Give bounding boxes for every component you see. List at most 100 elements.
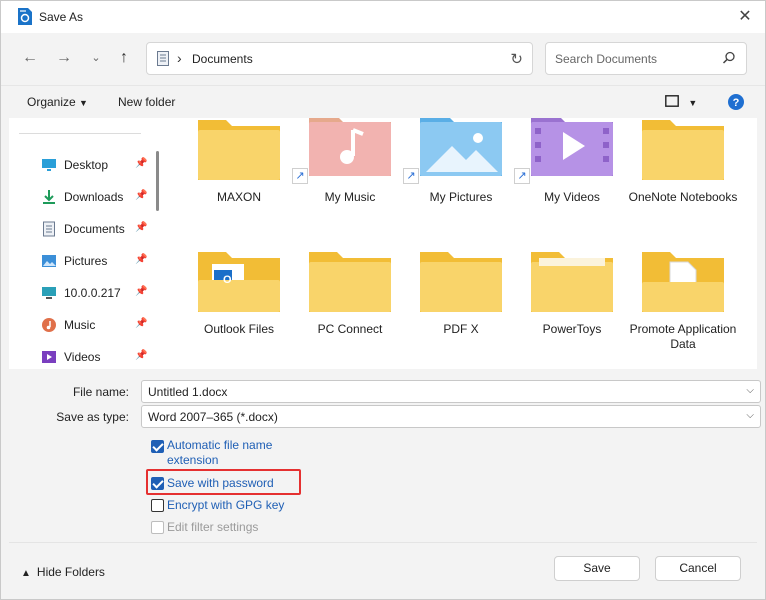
sidebar-item-downloads[interactable]: Downloads 📌 xyxy=(41,185,159,209)
file-name: My Videos xyxy=(544,190,600,204)
hide-folders-button[interactable]: ▲ Hide Folders xyxy=(21,565,105,579)
chevron-up-icon: ▲ xyxy=(21,568,31,579)
content-area: Desktop 📌 Downloads 📌 Documents 📌 Pictur… xyxy=(9,118,757,369)
shortcut-arrow-icon: ↗ xyxy=(514,168,530,184)
pin-icon[interactable]: 📌 xyxy=(135,158,147,169)
address-text: Documents xyxy=(192,52,253,66)
documents-icon xyxy=(157,51,169,66)
file-tile[interactable]: PDF X xyxy=(406,242,516,366)
file-name: My Music xyxy=(324,190,376,204)
search-icon xyxy=(722,51,735,64)
videos-folder-icon xyxy=(531,118,613,176)
chevron-right-icon: › xyxy=(177,50,182,66)
save-type-value: Word 2007–365 (*.docx) xyxy=(148,410,278,424)
sidebar-item-music[interactable]: Music 📌 xyxy=(41,313,159,337)
navigation-bar: ← → ⌄ ↑ › Documents ↻ Search Documents xyxy=(1,33,765,85)
encrypt-gpg-checkbox[interactable] xyxy=(151,499,164,512)
divider xyxy=(19,133,141,134)
file-tile[interactable]: ↗ My Videos xyxy=(514,118,627,234)
svg-text:O: O xyxy=(223,274,232,286)
save-as-dialog: Save As ✕ ← → ⌄ ↑ › Documents ↻ Search D… xyxy=(0,0,766,600)
file-tile[interactable]: PC Connect xyxy=(295,242,405,366)
pictures-icon xyxy=(42,255,56,267)
file-name: Promote Application Data xyxy=(629,322,737,351)
file-name: PowerToys xyxy=(542,322,602,336)
document-folder-icon xyxy=(642,252,724,312)
chevron-down-icon[interactable]: ⌵ xyxy=(746,385,754,396)
pin-icon[interactable]: 📌 xyxy=(135,350,147,361)
pin-icon[interactable]: 📌 xyxy=(135,318,147,329)
edit-filter-settings-label: Edit filter settings xyxy=(167,520,259,534)
file-name-value: Untitled 1.docx xyxy=(148,385,228,399)
chevron-down-icon: ▼ xyxy=(79,98,88,108)
organize-button[interactable]: Organize ▼ xyxy=(27,95,88,109)
save-button[interactable]: Save xyxy=(554,556,640,581)
toolbar: Organize ▼ New folder ▼ ? xyxy=(1,85,765,118)
music-folder-icon xyxy=(309,118,391,176)
forward-icon[interactable]: → xyxy=(53,47,75,69)
file-name-field[interactable]: Untitled 1.docx ⌵ xyxy=(141,380,761,403)
file-tile[interactable]: Promote Application Data xyxy=(628,242,738,366)
search-input[interactable]: Search Documents xyxy=(545,42,747,75)
folder-icon xyxy=(309,252,391,312)
sidebar-item-label: Desktop xyxy=(64,158,109,172)
folder-icon xyxy=(642,120,724,180)
file-name: My Pictures xyxy=(429,190,493,204)
folder-icon xyxy=(531,252,613,312)
auto-extension-label[interactable]: Automatic file name extension xyxy=(167,438,307,468)
auto-extension-checkbox[interactable] xyxy=(151,440,164,453)
pin-icon[interactable]: 📌 xyxy=(135,222,147,233)
navigation-pane: Desktop 📌 Downloads 📌 Documents 📌 Pictur… xyxy=(9,118,159,369)
sidebar-item-pictures[interactable]: Pictures 📌 xyxy=(41,249,159,273)
file-name: PDF X xyxy=(443,322,479,336)
save-type-select[interactable]: Word 2007–365 (*.docx) ⌵ xyxy=(141,405,761,428)
cancel-button[interactable]: Cancel xyxy=(655,556,741,581)
up-icon[interactable]: ↑ xyxy=(113,47,135,69)
pin-icon[interactable]: 📌 xyxy=(135,254,147,265)
back-icon[interactable]: ← xyxy=(19,47,41,69)
sidebar-item-label: Music xyxy=(64,318,96,332)
edit-filter-settings-checkbox xyxy=(151,521,164,534)
sidebar-item-desktop[interactable]: Desktop 📌 xyxy=(41,153,159,177)
encrypt-gpg-label[interactable]: Encrypt with GPG key xyxy=(167,498,284,513)
new-folder-button[interactable]: New folder xyxy=(118,95,175,109)
sidebar-item-documents[interactable]: Documents 📌 xyxy=(41,217,159,241)
file-tile[interactable]: PowerToys xyxy=(517,242,627,366)
file-tile[interactable]: MAXON xyxy=(184,118,294,234)
file-tile[interactable]: ↗ My Music xyxy=(292,118,405,234)
file-tile[interactable]: ↗ My Pictures xyxy=(403,118,516,234)
sidebar-item-videos[interactable]: Videos 📌 xyxy=(41,345,159,369)
file-name: MAXON xyxy=(216,190,261,204)
file-name: OneNote Notebooks xyxy=(628,190,738,204)
file-tile[interactable]: O Outlook Files xyxy=(184,242,294,366)
chevron-down-icon[interactable]: ⌵ xyxy=(746,410,754,421)
folder-icon xyxy=(420,252,502,312)
pin-icon[interactable]: 📌 xyxy=(135,190,147,201)
download-icon xyxy=(43,190,55,204)
desktop-icon xyxy=(42,159,56,171)
recent-locations-chevron-icon[interactable]: ⌄ xyxy=(85,47,107,69)
monitor-icon xyxy=(42,287,56,299)
close-icon[interactable]: ✕ xyxy=(735,7,755,27)
pictures-folder-icon xyxy=(420,118,502,176)
address-bar[interactable]: › Documents ↻ xyxy=(146,42,533,75)
sidebar-item-label: Videos xyxy=(64,350,101,364)
view-options-button[interactable]: ▼ xyxy=(665,95,697,109)
view-icon xyxy=(665,95,679,107)
dialog-footer: ▲ Hide Folders Save Cancel xyxy=(9,542,757,593)
sidebar-item-network-location[interactable]: 10.0.0.217 📌 xyxy=(41,281,159,305)
sidebar-scrollbar[interactable] xyxy=(156,151,159,211)
refresh-icon[interactable]: ↻ xyxy=(510,50,523,68)
file-name-label: File name: xyxy=(72,385,129,399)
shortcut-arrow-icon: ↗ xyxy=(292,168,308,184)
file-grid: MAXON ↗ My Music ↗ My Pictures ↗ My Vide… xyxy=(169,118,745,369)
music-icon xyxy=(42,318,56,332)
file-tile[interactable]: OneNote Notebooks xyxy=(628,118,738,234)
folder-icon xyxy=(198,120,280,180)
pin-icon[interactable]: 📌 xyxy=(135,286,147,297)
sidebar-item-label: 10.0.0.217 xyxy=(64,286,121,300)
file-name: Outlook Files xyxy=(203,322,275,336)
title-bar: Save As ✕ xyxy=(1,1,765,33)
help-icon[interactable]: ? xyxy=(728,94,744,110)
sidebar-item-label: Pictures xyxy=(64,254,108,268)
